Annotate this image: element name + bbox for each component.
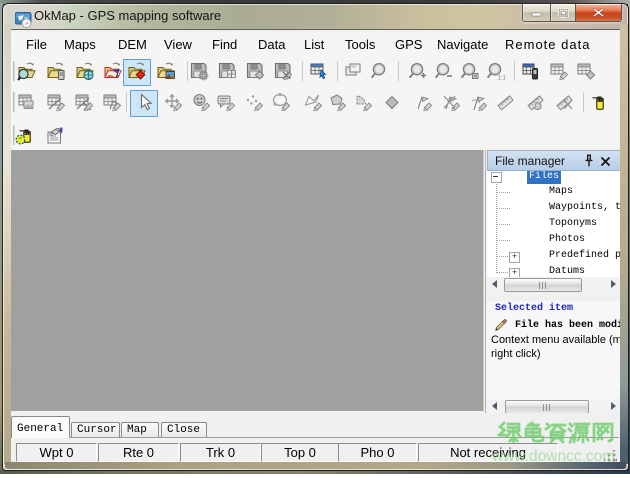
svg-text:1:1: 1:1 xyxy=(498,76,506,82)
